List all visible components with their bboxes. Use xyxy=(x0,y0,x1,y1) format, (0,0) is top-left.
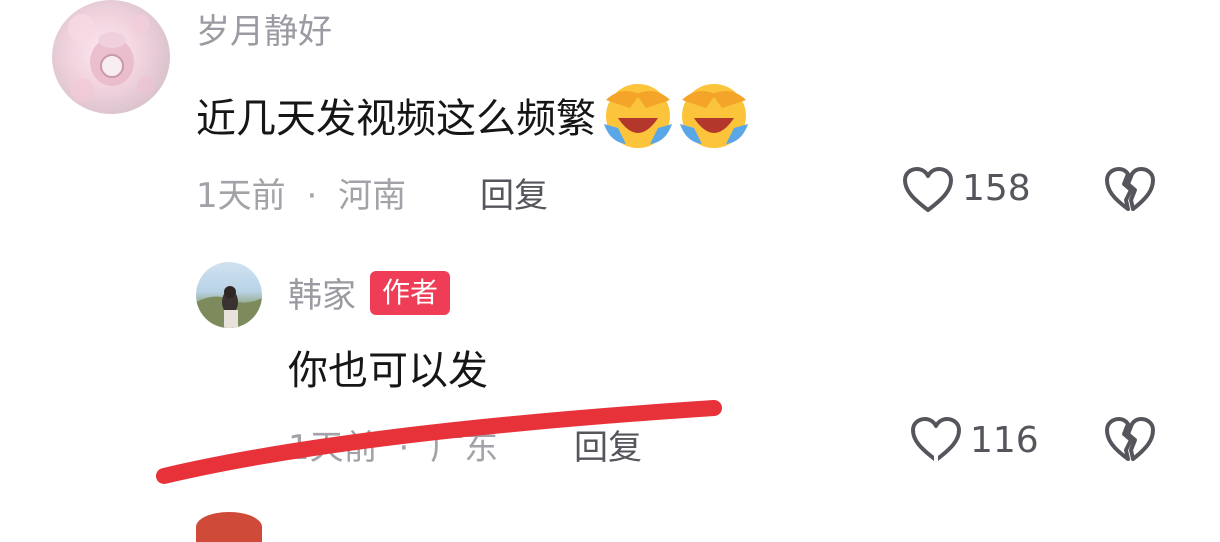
comment-location: 河南 xyxy=(338,176,407,216)
meta-separator: · xyxy=(306,176,318,216)
broken-heart-icon[interactable] xyxy=(1104,416,1156,464)
laugh-cry-emoji-icon xyxy=(600,78,676,152)
laugh-cry-emoji-icon xyxy=(676,78,752,152)
avatar[interactable] xyxy=(52,0,170,114)
avatar[interactable] xyxy=(196,512,262,542)
comment-username[interactable]: 岁月静好 xyxy=(196,4,332,53)
like-count: 116 xyxy=(970,420,1039,461)
comment-time: 1天前 xyxy=(196,176,286,216)
reply-username[interactable]: 韩家 xyxy=(288,268,356,317)
heart-outline-icon[interactable] xyxy=(902,166,954,214)
red-strike-annotation xyxy=(150,392,730,492)
reply-text: 你也可以发 xyxy=(288,348,488,394)
comment-text: 近几天发视频这么频繁 xyxy=(196,96,596,142)
reply-header: 韩家 作者 xyxy=(288,268,451,317)
author-badge: 作者 xyxy=(370,270,451,315)
comment-text-row: 近几天发视频这么频繁 xyxy=(196,78,752,152)
like-count: 158 xyxy=(962,168,1031,209)
comment-meta: 1天前 · 河南 xyxy=(196,168,406,217)
broken-heart-icon[interactable] xyxy=(1104,166,1156,214)
scan-artifact xyxy=(920,456,1040,496)
reply-button[interactable]: 回复 xyxy=(480,168,548,217)
avatar[interactable] xyxy=(196,262,262,328)
